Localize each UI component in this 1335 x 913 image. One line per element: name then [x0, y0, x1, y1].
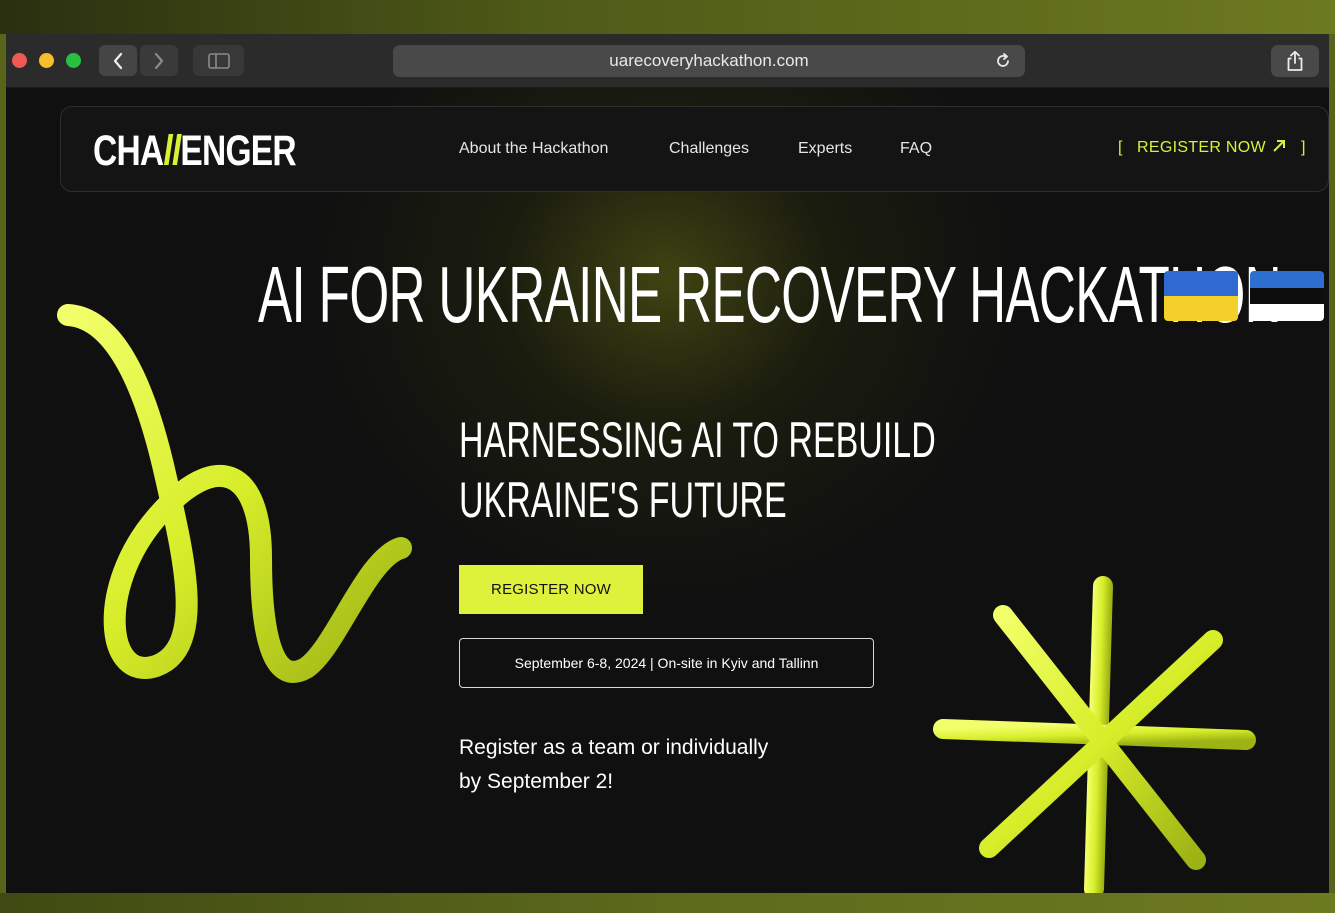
sidebar-icon: [207, 52, 230, 69]
arrow-up-right-icon: [1272, 140, 1285, 152]
browser-window: uarecoveryhackathon.com CHAllENGER About…: [6, 34, 1329, 893]
reload-icon[interactable]: [993, 51, 1013, 76]
menu-faq[interactable]: FAQ: [900, 140, 932, 158]
header-register-link[interactable]: [ REGISTER NOW ]: [1118, 139, 1306, 157]
url-text: uarecoveryhackathon.com: [609, 51, 809, 70]
chevron-left-icon: [113, 52, 123, 69]
zoom-window-button[interactable]: [66, 53, 81, 68]
share-button[interactable]: [1271, 45, 1319, 77]
minimize-window-button[interactable]: [39, 53, 54, 68]
sidebar-toggle-button[interactable]: [193, 45, 244, 76]
registration-note: Register as a team or individually by Se…: [459, 736, 769, 793]
hero-title: AI FOR UKRAINE RECOVERY HACKATHON: [258, 250, 1282, 339]
ukraine-flag-icon: [1164, 271, 1238, 321]
chevron-right-icon: [154, 52, 164, 69]
address-bar[interactable]: uarecoveryhackathon.com: [393, 45, 1025, 77]
site-header: CHAllENGER About the Hackathon Challenge…: [60, 106, 1329, 192]
desktop-bottom-band: [0, 893, 1335, 913]
browser-toolbar: uarecoveryhackathon.com: [6, 34, 1329, 88]
forward-button[interactable]: [140, 45, 178, 76]
desktop-top-band: [0, 0, 1335, 34]
close-window-button[interactable]: [12, 53, 27, 68]
hero-subtitle: HARNESSING AI TO REBUILD UKRAINE'S FUTUR…: [459, 412, 936, 528]
menu-challenges[interactable]: Challenges: [669, 140, 749, 158]
menu-experts[interactable]: Experts: [798, 140, 852, 158]
share-icon: [1287, 50, 1303, 71]
web-page: CHAllENGER About the Hackathon Challenge…: [6, 88, 1329, 893]
estonia-flag-icon: [1250, 271, 1324, 321]
register-now-button[interactable]: REGISTER NOW: [459, 565, 643, 614]
menu-about[interactable]: About the Hackathon: [459, 140, 608, 158]
event-date-info: September 6-8, 2024 | On-site in Kyiv an…: [459, 638, 874, 688]
asterisk-decoration: [933, 576, 1256, 893]
back-button[interactable]: [99, 45, 137, 76]
